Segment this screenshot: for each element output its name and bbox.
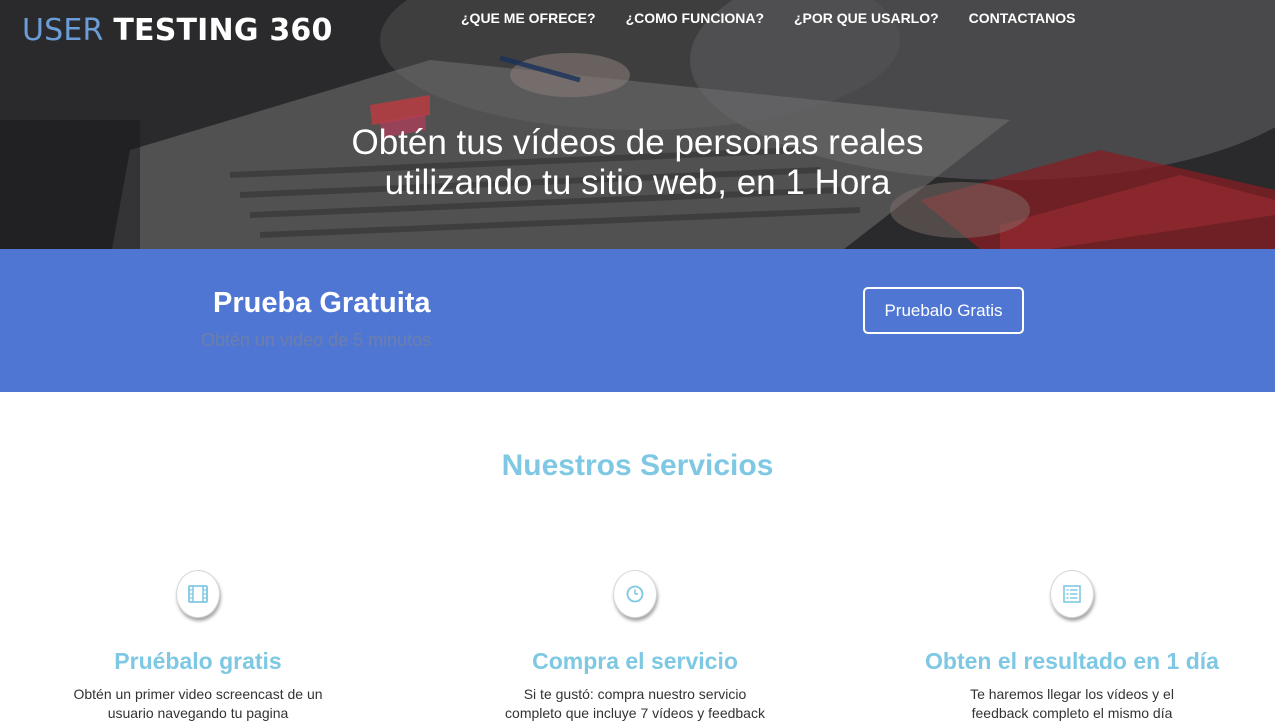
free-trial-title: Prueba Gratuita xyxy=(213,287,431,319)
nav-link-contactanos[interactable]: CONTACTANOS xyxy=(969,10,1076,26)
clock-icon xyxy=(613,570,657,618)
list-icon xyxy=(1050,570,1094,618)
hero-banner: USER TESTING 360 ¿QUE ME OFRECE? ¿COMO F… xyxy=(0,0,1275,249)
film-icon xyxy=(176,570,220,618)
service-card-get-results: Obten el resultado en 1 día Te haremos l… xyxy=(912,570,1232,723)
service-title: Obten el resultado en 1 día xyxy=(925,648,1219,674)
service-title: Compra el servicio xyxy=(532,648,738,674)
logo-part-testing: TESTING 360 xyxy=(113,13,333,48)
hero-title-line-1: Obtén tus vídeos de personas reales xyxy=(351,123,924,162)
services-title: Nuestros Servicios xyxy=(501,449,774,482)
try-free-button[interactable]: Pruebalo Gratis xyxy=(863,287,1024,334)
hero-title: Obtén tus vídeos de personas reales util… xyxy=(0,123,1275,203)
service-card-free-trial: Pruébalo gratis Obtén un primer video sc… xyxy=(38,570,358,723)
hero-title-line-2: utilizando tu sitio web, en 1 Hora xyxy=(384,163,891,202)
nav-link-por-que-usarlo[interactable]: ¿POR QUE USARLO? xyxy=(794,10,939,26)
main-nav: ¿QUE ME OFRECE? ¿COMO FUNCIONA? ¿POR QUE… xyxy=(461,10,1075,26)
logo-part-user: USER xyxy=(22,13,104,48)
free-trial-band: Prueba Gratuita Obtén un video de 5 minu… xyxy=(0,249,1275,392)
service-description: Obtén un primer video screencast de un u… xyxy=(73,686,323,721)
nav-link-que-me-ofrece[interactable]: ¿QUE ME OFRECE? xyxy=(461,10,596,26)
service-card-buy-service: Compra el servicio Si te gustó: compra n… xyxy=(475,570,795,723)
nav-link-como-funciona[interactable]: ¿COMO FUNCIONA? xyxy=(626,10,764,26)
service-title: Pruébalo gratis xyxy=(114,648,282,674)
service-description: Si te gustó: compra nuestro servicio com… xyxy=(505,686,765,721)
free-trial-subtitle: Obtén un video de 5 minutos xyxy=(201,330,432,350)
site-logo[interactable]: USER TESTING 360 xyxy=(22,12,333,50)
service-description: Te haremos llegar los vídeos y el feedba… xyxy=(970,686,1174,721)
